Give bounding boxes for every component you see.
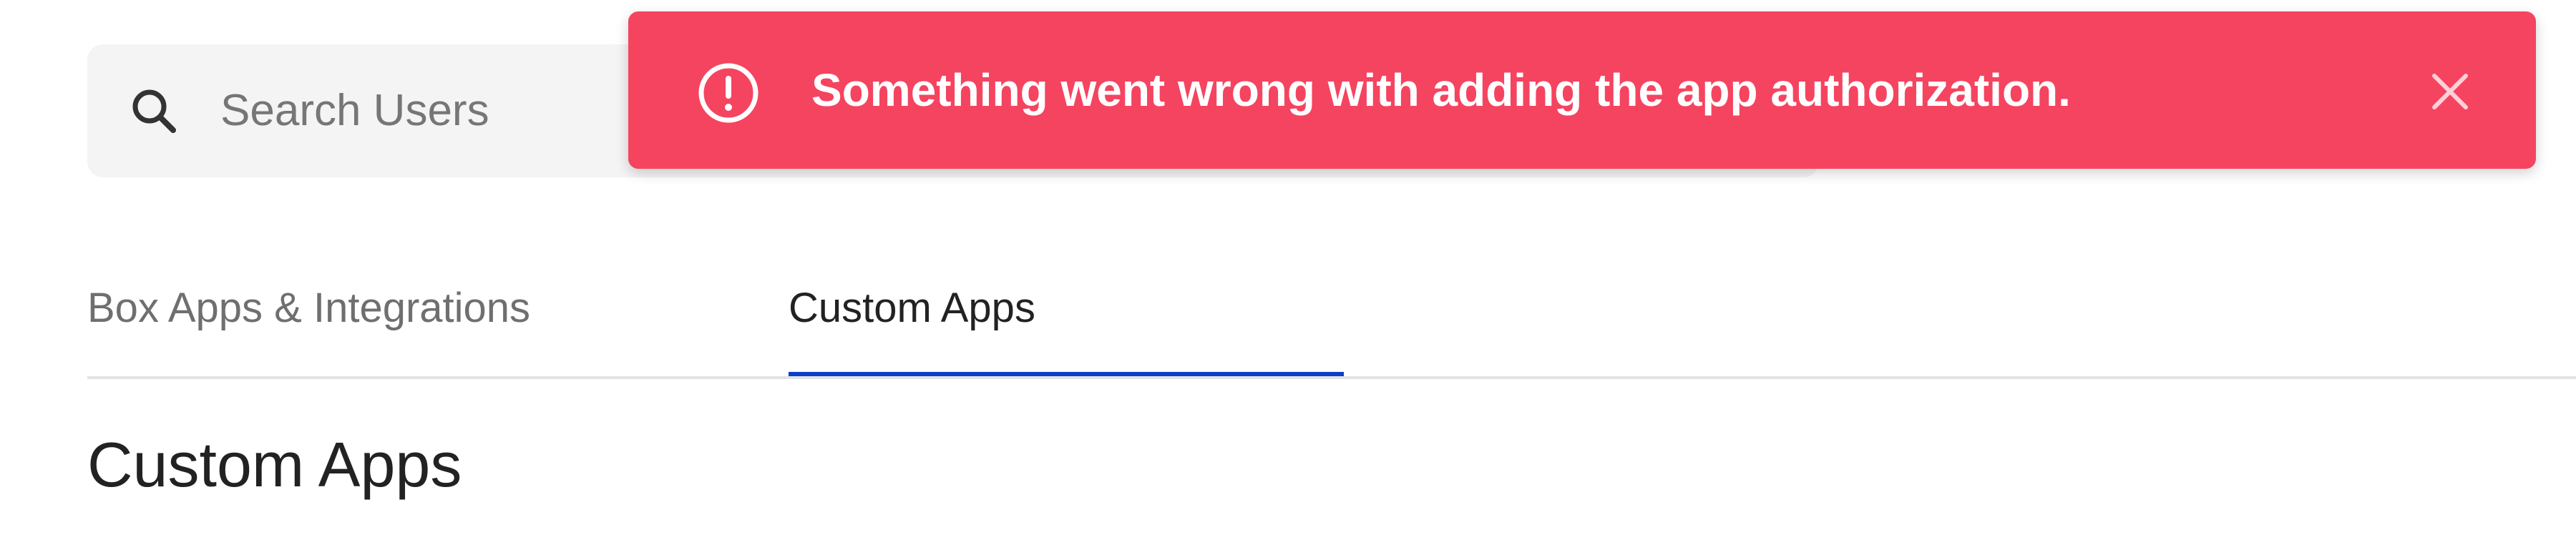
search-icon xyxy=(130,87,177,134)
close-icon[interactable] xyxy=(2424,66,2476,117)
toast-message: Something went wrong with adding the app… xyxy=(811,64,2071,116)
page-title: Custom Apps xyxy=(87,429,462,500)
tab-box-apps-integrations[interactable]: Box Apps & Integrations xyxy=(87,288,530,329)
alert-circle-icon xyxy=(697,62,760,124)
page: Something went wrong with adding the app… xyxy=(0,0,2576,550)
tabs-divider xyxy=(87,376,2576,379)
tab-custom-apps[interactable]: Custom Apps xyxy=(789,288,1035,329)
error-toast: Something went wrong with adding the app… xyxy=(628,11,2536,169)
tab-bar: Box Apps & Integrations Custom Apps xyxy=(87,272,2576,379)
search-input[interactable] xyxy=(220,74,650,146)
